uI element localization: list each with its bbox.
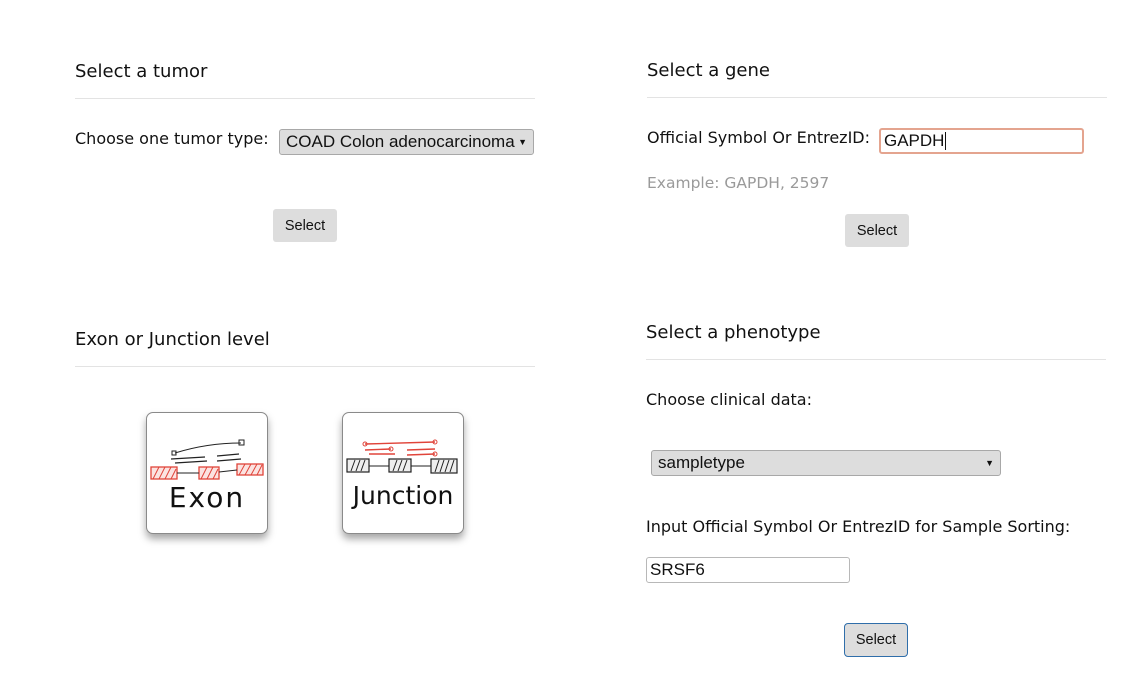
phenotype-panel-heading: Select a phenotype [646, 322, 821, 343]
exon-sketch-icon [150, 439, 264, 480]
sorting-gene-input[interactable]: SRSF6 [646, 557, 850, 583]
level-panel-heading: Exon or Junction level [75, 329, 270, 350]
sorting-gene-input-value: SRSF6 [650, 560, 705, 579]
gene-symbol-label: Official Symbol Or EntrezID: [647, 128, 871, 147]
exon-label: Exon [168, 481, 246, 514]
clinical-data-select[interactable]: sampletype ▼ [651, 450, 1001, 476]
tumor-panel-divider [75, 98, 535, 99]
phenotype-panel-divider [646, 359, 1106, 360]
junction-sketch-icon [346, 439, 458, 474]
gene-panel-divider [647, 97, 1107, 98]
tumor-type-select[interactable]: COAD Colon adenocarcinoma ▼ [279, 129, 534, 155]
tumor-type-label: Choose one tumor type: [75, 129, 269, 148]
chevron-down-icon: ▼ [985, 458, 994, 468]
gene-example-hint: Example: GAPDH, 2597 [647, 174, 830, 192]
sorting-gene-label: Input Official Symbol Or EntrezID for Sa… [646, 517, 1071, 536]
tumor-select-button[interactable]: Select [273, 209, 337, 242]
clinical-data-select-value: sampletype [658, 453, 745, 472]
gene-panel-heading: Select a gene [647, 60, 770, 81]
gene-select-button[interactable]: Select [845, 214, 909, 247]
clinical-data-label: Choose clinical data: [646, 390, 812, 409]
junction-label: Junction [352, 481, 454, 510]
phenotype-select-button[interactable]: Select [844, 623, 908, 657]
chevron-down-icon: ▼ [518, 137, 527, 147]
gene-symbol-input[interactable]: GAPDH [879, 128, 1084, 154]
junction-level-option[interactable]: Junction [342, 412, 464, 534]
exon-level-option[interactable]: Exon [146, 412, 268, 534]
tumor-type-select-value: COAD Colon adenocarcinoma [286, 132, 515, 151]
text-cursor [945, 132, 947, 150]
tumor-panel-heading: Select a tumor [75, 61, 208, 82]
gene-symbol-input-value: GAPDH [884, 131, 945, 150]
level-panel-divider [75, 366, 535, 367]
